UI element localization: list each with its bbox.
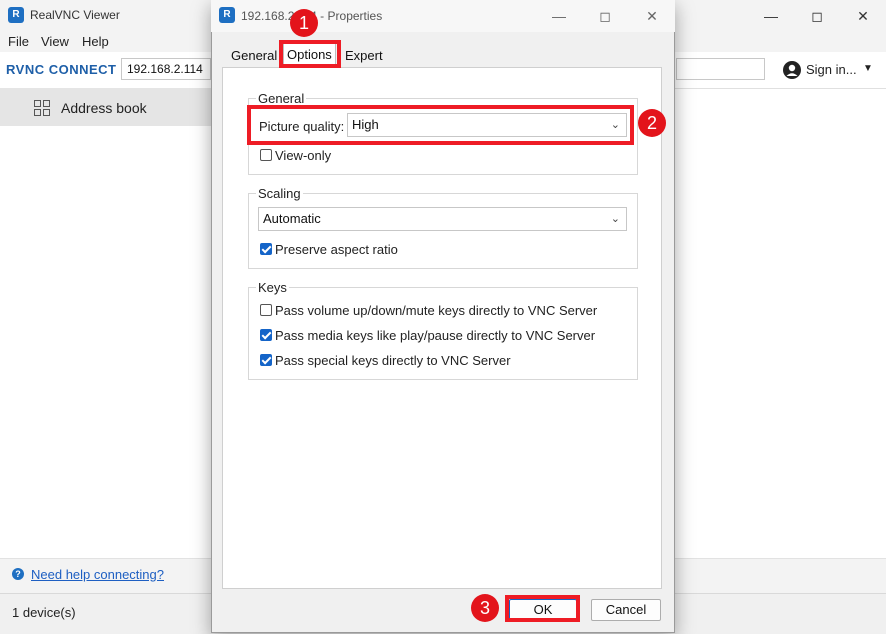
dialog-logo-icon: R <box>219 7 235 23</box>
keys-group-title: Keys <box>256 280 289 295</box>
dialog-close-icon[interactable]: ✕ <box>629 0 675 32</box>
sign-in-button[interactable]: Sign in... <box>806 62 857 77</box>
preserve-aspect-checkbox[interactable] <box>260 243 272 255</box>
view-only-checkbox[interactable] <box>260 149 272 161</box>
scaling-group-title: Scaling <box>256 186 303 201</box>
media-keys-label: Pass media keys like play/pause directly… <box>275 328 596 343</box>
step-badge-1: 1 <box>290 9 318 37</box>
tab-expert[interactable]: Expert <box>342 45 386 67</box>
scaling-groupbox <box>248 193 638 269</box>
menu-help[interactable]: Help <box>82 34 109 49</box>
special-keys-label: Pass special keys directly to VNC Server <box>275 353 511 368</box>
view-only-label: View-only <box>275 148 332 163</box>
step-badge-3: 3 <box>471 594 499 622</box>
help-link[interactable]: Need help connecting? <box>31 567 164 582</box>
tab-general[interactable]: General <box>228 45 280 67</box>
chevron-down-icon[interactable]: ▼ <box>863 63 873 74</box>
app-logo-icon: R <box>8 7 24 23</box>
media-keys-checkbox[interactable] <box>260 329 272 341</box>
help-icon: ? <box>12 568 24 580</box>
highlight-options-tab <box>279 40 341 68</box>
maximize-icon[interactable]: ◻ <box>794 0 840 32</box>
general-group-title: General <box>256 91 307 106</box>
brand-logo: RVNC CONNECT <box>6 62 117 77</box>
highlight-ok-button <box>505 595 580 622</box>
scaling-value: Automatic <box>263 211 321 226</box>
dialog-minimize-icon[interactable]: — <box>536 0 582 32</box>
special-keys-checkbox[interactable] <box>260 354 272 366</box>
preserve-aspect-label: Preserve aspect ratio <box>275 242 398 257</box>
menu-file[interactable]: File <box>8 34 29 49</box>
main-window-title: RealVNC Viewer <box>30 8 120 22</box>
chevron-down-icon: ⌄ <box>610 213 620 225</box>
sidebar-item-label: Address book <box>61 100 147 116</box>
scaling-select[interactable]: Automatic ⌄ <box>258 207 627 231</box>
volume-keys-checkbox[interactable] <box>260 304 272 316</box>
dialog-maximize-icon[interactable]: ◻ <box>582 0 628 32</box>
user-icon[interactable] <box>783 61 801 79</box>
step-badge-2: 2 <box>638 109 666 137</box>
address-input[interactable]: 192.168.2.114 <box>121 58 211 80</box>
minimize-icon[interactable]: — <box>748 0 794 32</box>
search-input[interactable] <box>676 58 765 80</box>
cancel-button[interactable]: Cancel <box>591 599 661 621</box>
volume-keys-label: Pass volume up/down/mute keys directly t… <box>275 303 598 318</box>
grid-icon <box>34 100 50 116</box>
highlight-picture-quality <box>247 105 634 145</box>
device-count: 1 device(s) <box>12 605 76 620</box>
menu-view[interactable]: View <box>41 34 69 49</box>
close-icon[interactable]: ✕ <box>840 0 886 32</box>
